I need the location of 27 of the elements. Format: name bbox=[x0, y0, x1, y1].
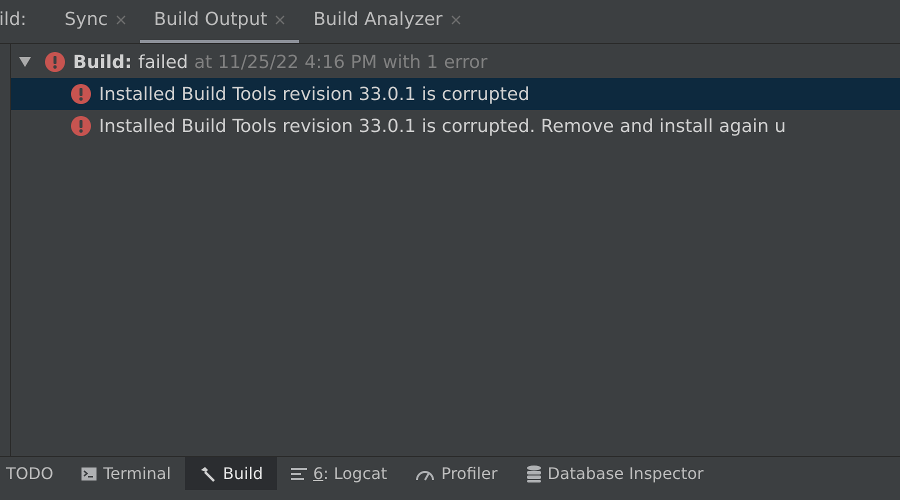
database-icon bbox=[526, 464, 542, 482]
tree-row[interactable]: Build: failed at 11/25/22 4:16 PM with 1 error bbox=[11, 46, 900, 78]
terminal-icon bbox=[81, 466, 98, 482]
tool-window-button[interactable]: Build bbox=[184, 456, 278, 490]
tree-row[interactable]: Installed Build Tools revision 33.0.1 is corrupted bbox=[11, 78, 900, 110]
tool-window-button[interactable]: Profiler bbox=[401, 456, 512, 490]
error-icon bbox=[71, 116, 91, 136]
tree-item-text: Installed Build Tools revision 33.0.1 is corrupted. Remove and install again u bbox=[99, 114, 786, 138]
tree-row[interactable]: Installed Build Tools revision 33.0.1 is corrupted. Remove and install again u bbox=[11, 110, 900, 142]
tab[interactable]: Build Analyzer bbox=[299, 0, 475, 43]
error-icon bbox=[45, 52, 65, 72]
tool-window-button[interactable]: Database Inspector bbox=[512, 456, 718, 490]
tool-window-button[interactable]: TODO bbox=[0, 456, 68, 490]
lines-icon bbox=[291, 466, 308, 480]
close-icon[interactable] bbox=[116, 14, 126, 24]
error-icon bbox=[71, 84, 91, 104]
close-icon[interactable] bbox=[275, 14, 286, 24]
tab[interactable]: Sync bbox=[50, 0, 140, 43]
tool-window-label: ild: bbox=[0, 8, 28, 32]
timestamp-text: at 11/25/22 4:16 PM with 1 error bbox=[194, 50, 488, 74]
hammer-icon bbox=[198, 466, 217, 482]
collapse-arrow-icon[interactable] bbox=[19, 56, 31, 68]
tool-window-button[interactable]: 6: Logcat bbox=[277, 456, 402, 490]
tool-window-button[interactable]: Terminal bbox=[67, 456, 185, 490]
tree-item-text: Build: failed bbox=[73, 50, 188, 74]
close-icon[interactable] bbox=[450, 14, 461, 24]
tree-item-text: Installed Build Tools revision 33.0.1 is corrupted bbox=[99, 82, 530, 106]
